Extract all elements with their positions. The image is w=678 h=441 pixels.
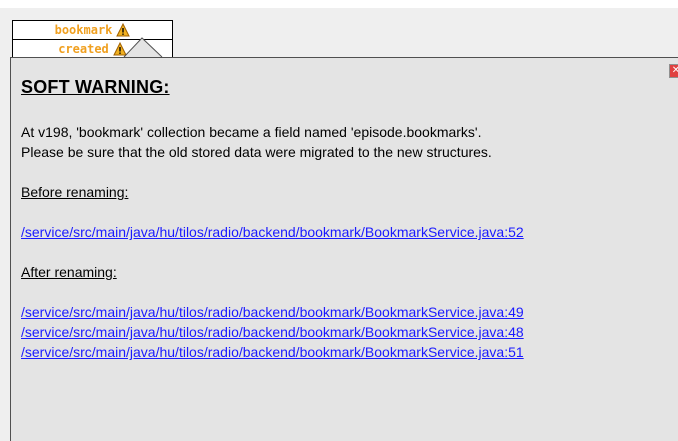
field-label-created: created	[58, 42, 109, 56]
tooltip-title: SOFT WARNING:	[21, 77, 170, 97]
tooltip-body: At v198, 'bookmark' collection became a …	[21, 122, 671, 362]
before-renaming-heading: Before renaming:	[21, 184, 129, 200]
warning-message-line: At v198, 'bookmark' collection became a …	[21, 124, 482, 140]
close-icon: ✕	[671, 65, 678, 76]
warning-icon[interactable]	[112, 41, 127, 57]
field-label-bookmark: bookmark	[54, 23, 113, 37]
field-row-created[interactable]: created	[13, 40, 172, 57]
warning-message-line: Please be sure that the old stored data …	[21, 144, 492, 160]
after-renaming-heading: After renaming:	[21, 264, 117, 280]
source-link-after[interactable]: /service/src/main/java/hu/tilos/radio/ba…	[21, 342, 671, 362]
field-row-bookmark[interactable]: bookmark	[13, 21, 172, 40]
collection-field-box[interactable]: bookmark created	[12, 20, 173, 58]
source-link-before[interactable]: /service/src/main/java/hu/tilos/radio/ba…	[21, 222, 671, 242]
close-button[interactable]: ✕	[669, 64, 678, 78]
source-link-after[interactable]: /service/src/main/java/hu/tilos/radio/ba…	[21, 302, 671, 322]
soft-warning-tooltip: SOFT WARNING: ✕ At v198, 'bookmark' coll…	[10, 57, 678, 441]
source-link-after[interactable]: /service/src/main/java/hu/tilos/radio/ba…	[21, 322, 671, 342]
